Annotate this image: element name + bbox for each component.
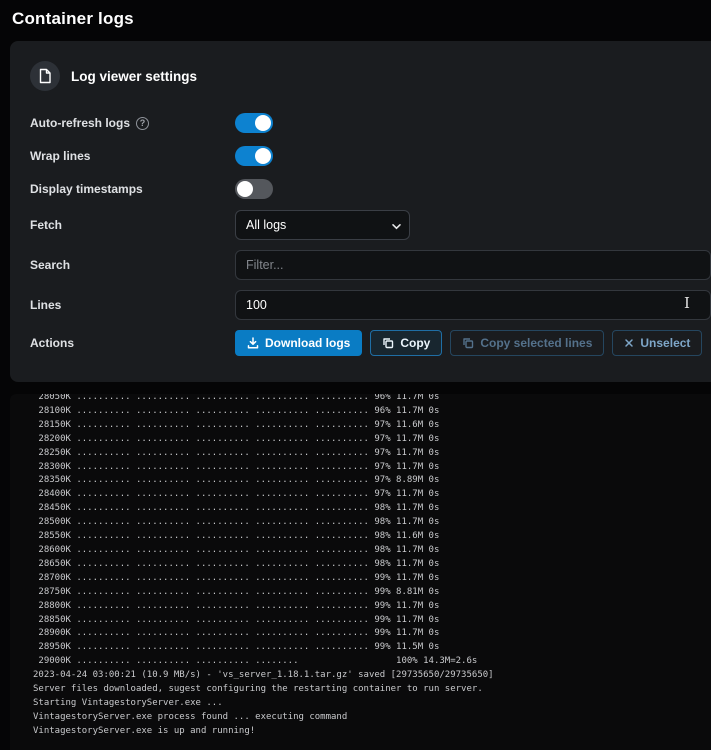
copy-icon bbox=[462, 337, 474, 349]
fetch-label-text: Fetch bbox=[30, 218, 62, 232]
log-line[interactable]: Server files downloaded, sugest configur… bbox=[33, 683, 711, 697]
wrap-lines-toggle[interactable] bbox=[235, 146, 273, 166]
help-icon[interactable] bbox=[136, 117, 149, 130]
search-label: Search bbox=[30, 258, 235, 272]
log-line[interactable]: 28400K .......... .......... .......... … bbox=[33, 488, 711, 502]
auto-refresh-label: Auto-refresh logs bbox=[30, 116, 235, 130]
close-icon bbox=[624, 338, 634, 348]
log-lines: 28050K .......... .......... .......... … bbox=[33, 394, 711, 739]
actions-label: Actions bbox=[30, 336, 235, 350]
unselect-label: Unselect bbox=[640, 336, 690, 350]
lines-row: Lines bbox=[30, 290, 711, 320]
lines-label-text: Lines bbox=[30, 298, 61, 312]
display-timestamps-label: Display timestamps bbox=[30, 182, 235, 196]
toggle-knob bbox=[255, 148, 271, 164]
download-logs-label: Download logs bbox=[265, 336, 350, 350]
log-line[interactable]: 28750K .......... .......... .......... … bbox=[33, 586, 711, 600]
lines-input[interactable] bbox=[235, 290, 711, 320]
copy-icon bbox=[382, 337, 394, 349]
search-label-text: Search bbox=[30, 258, 70, 272]
copy-selected-lines-button[interactable]: Copy selected lines bbox=[450, 330, 604, 356]
display-timestamps-label-text: Display timestamps bbox=[30, 182, 143, 196]
display-timestamps-toggle[interactable] bbox=[235, 179, 273, 199]
actions-button-group: Download logs Copy Copy selected lines bbox=[235, 330, 702, 356]
log-line[interactable]: 2023-04-24 03:00:21 (10.9 MB/s) - 'vs_se… bbox=[33, 669, 711, 683]
log-line[interactable]: 29000K .......... .......... .......... … bbox=[33, 655, 711, 669]
log-line[interactable]: 28900K .......... .......... .......... … bbox=[33, 627, 711, 641]
log-line[interactable]: Starting VintagestoryServer.exe ... bbox=[33, 697, 711, 711]
unselect-button[interactable]: Unselect bbox=[612, 330, 702, 356]
toggle-knob bbox=[237, 181, 253, 197]
log-line[interactable]: VintagestoryServer.exe process found ...… bbox=[33, 711, 711, 725]
log-line[interactable]: 28100K .......... .......... .......... … bbox=[33, 405, 711, 419]
log-line[interactable]: 28600K .......... .......... .......... … bbox=[33, 544, 711, 558]
log-output-panel[interactable]: 28050K .......... .......... .......... … bbox=[10, 394, 711, 750]
page-title: Container logs bbox=[12, 9, 699, 29]
log-line[interactable]: 28450K .......... .......... .......... … bbox=[33, 502, 711, 516]
log-line[interactable]: 28650K .......... .......... .......... … bbox=[33, 558, 711, 572]
search-row: Search bbox=[30, 250, 711, 280]
log-line[interactable]: 28850K .......... .......... .......... … bbox=[33, 614, 711, 628]
fetch-select[interactable]: All logs bbox=[235, 210, 410, 240]
lines-label: Lines bbox=[30, 298, 235, 312]
auto-refresh-toggle[interactable] bbox=[235, 113, 273, 133]
actions-row: Actions Download logs Copy bbox=[30, 330, 711, 356]
card-title: Log viewer settings bbox=[71, 69, 197, 84]
log-line[interactable]: 28050K .......... .......... .......... … bbox=[33, 394, 711, 405]
download-logs-button[interactable]: Download logs bbox=[235, 330, 362, 356]
wrap-lines-label: Wrap lines bbox=[30, 149, 235, 163]
log-line[interactable]: VintagestoryServer.exe is up and running… bbox=[33, 725, 711, 739]
card-header: Log viewer settings bbox=[30, 61, 711, 91]
fetch-label: Fetch bbox=[30, 218, 235, 232]
actions-label-text: Actions bbox=[30, 336, 74, 350]
display-timestamps-row: Display timestamps bbox=[30, 177, 711, 201]
copy-selected-lines-label: Copy selected lines bbox=[480, 336, 592, 350]
log-line[interactable]: 28950K .......... .......... .......... … bbox=[33, 641, 711, 655]
wrap-lines-row: Wrap lines bbox=[30, 144, 711, 168]
document-icon bbox=[30, 61, 60, 91]
copy-label: Copy bbox=[400, 336, 430, 350]
log-line[interactable]: 28300K .......... .......... .......... … bbox=[33, 461, 711, 475]
log-line[interactable]: 28150K .......... .......... .......... … bbox=[33, 419, 711, 433]
log-line[interactable]: 28200K .......... .......... .......... … bbox=[33, 433, 711, 447]
log-viewer-settings-card: Log viewer settings Auto-refresh logs Wr… bbox=[10, 41, 711, 382]
auto-refresh-row: Auto-refresh logs bbox=[30, 111, 711, 135]
log-line[interactable]: 28500K .......... .......... .......... … bbox=[33, 516, 711, 530]
copy-button[interactable]: Copy bbox=[370, 330, 442, 356]
wrap-lines-label-text: Wrap lines bbox=[30, 149, 90, 163]
log-line[interactable]: 28350K .......... .......... .......... … bbox=[33, 474, 711, 488]
fetch-row: Fetch All logs bbox=[30, 210, 711, 240]
page-header: Container logs bbox=[0, 0, 711, 34]
search-input[interactable] bbox=[235, 250, 711, 280]
log-line[interactable]: 28250K .......... .......... .......... … bbox=[33, 447, 711, 461]
auto-refresh-label-text: Auto-refresh logs bbox=[30, 116, 130, 130]
log-line[interactable]: 28550K .......... .......... .......... … bbox=[33, 530, 711, 544]
toggle-knob bbox=[255, 115, 271, 131]
download-icon bbox=[247, 337, 259, 349]
log-line[interactable]: 28700K .......... .......... .......... … bbox=[33, 572, 711, 586]
log-line[interactable]: 28800K .......... .......... .......... … bbox=[33, 600, 711, 614]
